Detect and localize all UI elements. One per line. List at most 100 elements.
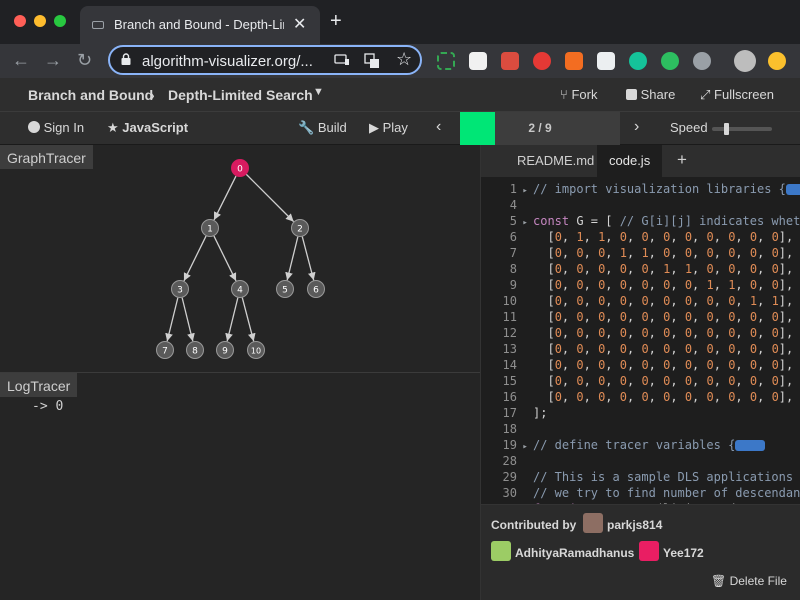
- delete-file-button[interactable]: 🗑 Delete File: [711, 574, 787, 588]
- graph-node-label-4: 4: [237, 286, 243, 296]
- code-line[interactable]: 19 ▸ // define tracer variables {: [481, 437, 800, 453]
- ex-extension-icon[interactable]: [565, 52, 583, 70]
- trash-icon: 🗑: [711, 574, 727, 588]
- code-line[interactable]: 1 ▸ // import visualization libraries {: [481, 181, 800, 197]
- build-label: Build: [317, 120, 347, 135]
- tab-readme[interactable]: README.md: [505, 145, 606, 177]
- window-minimize-button[interactable]: [34, 15, 46, 27]
- code-editor[interactable]: 1 ▸// import visualization libraries {4 5…: [481, 177, 800, 504]
- graph-node-label-2: 2: [297, 225, 303, 235]
- extension-dashed-icon[interactable]: [437, 52, 455, 70]
- avatar-parkjs814[interactable]: [583, 513, 603, 533]
- bookmark-star-icon[interactable]: ☆: [396, 49, 412, 70]
- breadcrumb-algorithm[interactable]: Depth-Limited Search: [168, 87, 313, 103]
- fullscreen-button[interactable]: ⤢ Fullscreen: [700, 87, 774, 103]
- line-number: 14: [502, 358, 517, 372]
- extension-icon[interactable]: [597, 52, 615, 70]
- code-line[interactable]: 4: [481, 197, 800, 213]
- language-button[interactable]: ★ JavaScript: [107, 120, 188, 136]
- share-button[interactable]: Share: [626, 87, 675, 102]
- code-line[interactable]: 30 // we try to find number of descendan: [481, 485, 800, 501]
- code-text: [0, 0, 0, 0, 0, 0, 0, 0, 0, 0, 0],: [533, 310, 794, 324]
- github-icon: [28, 121, 40, 133]
- breadcrumb-category[interactable]: Branch and Bound: [28, 87, 153, 103]
- progress-bar[interactable]: 2 / 9: [460, 112, 620, 145]
- tab-code-js[interactable]: code.js: [597, 145, 663, 177]
- code-text: [0, 0, 0, 0, 0, 1, 1, 0, 0, 0, 0],: [533, 262, 794, 276]
- editor-pane: README.md code.js + 1 ▸ // import visuali…: [480, 145, 800, 600]
- graph-edge-1-3: [183, 235, 207, 282]
- contributor-name-2[interactable]: AdhityaRamadhanus: [515, 546, 634, 560]
- code-line[interactable]: 28: [481, 453, 800, 469]
- profile-avatar[interactable]: [734, 50, 756, 72]
- code-line[interactable]: 6 [0, 1, 1, 0, 0, 0, 0, 0, 0, 0, 0],: [481, 229, 800, 245]
- avatar-adhityaramadhanus[interactable]: [491, 541, 511, 561]
- fold-arrow-icon[interactable]: ▸: [517, 218, 527, 228]
- log-tracer-title: LogTracer: [0, 373, 78, 397]
- avatar-yee172[interactable]: [639, 541, 659, 561]
- fork-button[interactable]: ⑂ Fork: [560, 87, 597, 102]
- back-arrow-icon[interactable]: ←: [12, 49, 30, 71]
- signin-button[interactable]: Sign In: [28, 120, 84, 135]
- browser-tab[interactable]: Branch and Bound - Depth-Lim ✕: [80, 6, 320, 44]
- add-file-icon[interactable]: +: [665, 145, 699, 177]
- browser-tab-bar: Branch and Bound - Depth-Lim ✕ +: [0, 0, 800, 44]
- graph-edge-1-4: [213, 235, 237, 282]
- play-button[interactable]: ▶ Play: [369, 120, 408, 136]
- speed-slider[interactable]: [712, 123, 772, 135]
- adblock-icon[interactable]: [533, 52, 551, 70]
- speed-slider-thumb[interactable]: [724, 123, 729, 135]
- visualization-pane: GraphTracer 0 1 2 3 4 5 6 7 8 9 10 LogTracer -> 0: [0, 145, 480, 600]
- dropdown-caret-icon[interactable]: ▼: [313, 86, 324, 98]
- play-label: Play: [382, 120, 408, 135]
- code-line[interactable]: 9 [0, 0, 0, 0, 0, 0, 0, 1, 1, 0, 0],: [481, 277, 800, 293]
- prev-step-icon[interactable]: ‹: [436, 118, 441, 136]
- code-line[interactable]: 12 [0, 0, 0, 0, 0, 0, 0, 0, 0, 0, 0],: [481, 325, 800, 341]
- fold-arrow-icon[interactable]: ▸: [517, 186, 527, 196]
- cloud-extension-icon[interactable]: [693, 52, 711, 70]
- code-line[interactable]: 15 [0, 0, 0, 0, 0, 0, 0, 0, 0, 0, 0],: [481, 373, 800, 389]
- code-line[interactable]: 16 [0, 0, 0, 0, 0, 0, 0, 0, 0, 0, 0],: [481, 389, 800, 405]
- graph-node-label-1: 1: [207, 225, 213, 235]
- code-line[interactable]: 11 [0, 0, 0, 0, 0, 0, 0, 0, 0, 0, 0],: [481, 309, 800, 325]
- reload-icon[interactable]: ↻: [77, 49, 92, 71]
- next-step-icon[interactable]: ›: [634, 118, 639, 136]
- build-button[interactable]: 🔧 Build: [298, 120, 347, 136]
- line-number: 6: [509, 230, 517, 244]
- fullscreen-label: Fullscreen: [714, 87, 774, 102]
- line-number: 18: [502, 422, 517, 436]
- code-line[interactable]: 14 [0, 0, 0, 0, 0, 0, 0, 0, 0, 0, 0],: [481, 357, 800, 373]
- address-bar[interactable]: algorithm-visualizer.org/... ☆: [108, 45, 422, 75]
- code-line[interactable]: 8 [0, 0, 0, 0, 0, 1, 1, 0, 0, 0, 0],: [481, 261, 800, 277]
- cast-icon[interactable]: [334, 54, 350, 66]
- code-text: [0, 0, 0, 0, 0, 0, 0, 0, 0, 0, 0],: [533, 326, 794, 340]
- tab-close-icon[interactable]: ✕: [293, 14, 306, 34]
- window-maximize-button[interactable]: [54, 15, 66, 27]
- code-text: [0, 0, 0, 0, 0, 0, 0, 0, 0, 0, 0],: [533, 390, 794, 404]
- grammarly-icon[interactable]: [629, 52, 647, 70]
- code-line[interactable]: 29 // This is a sample DLS applications: [481, 469, 800, 485]
- line-number: 15: [502, 374, 517, 388]
- code-line[interactable]: 18: [481, 421, 800, 437]
- control-bar: Sign In ★ JavaScript 🔧 Build ▶ Play ‹ 2 …: [0, 112, 800, 145]
- share-icon: [626, 89, 637, 100]
- evernote-icon[interactable]: [661, 52, 679, 70]
- window-close-button[interactable]: [14, 15, 26, 27]
- star-icon: ★: [107, 120, 119, 135]
- translate-icon[interactable]: [364, 53, 380, 69]
- code-line[interactable]: 17];: [481, 405, 800, 421]
- fold-arrow-icon[interactable]: ▸: [517, 442, 527, 452]
- contributor-name-1[interactable]: parkjs814: [607, 518, 662, 532]
- notion-icon[interactable]: [469, 52, 487, 70]
- todoist-icon[interactable]: [501, 52, 519, 70]
- new-tab-icon[interactable]: +: [330, 11, 342, 31]
- contributor-name-3[interactable]: Yee172: [663, 546, 704, 560]
- code-line[interactable]: 5 ▸ const G = [ // G[i][j] indicates whet: [481, 213, 800, 229]
- notification-icon[interactable]: [768, 52, 786, 70]
- code-line[interactable]: 10 [0, 0, 0, 0, 0, 0, 0, 0, 0, 1, 1],: [481, 293, 800, 309]
- code-line[interactable]: 13 [0, 0, 0, 0, 0, 0, 0, 0, 0, 0, 0],: [481, 341, 800, 357]
- contributors-panel: Contributed by parkjs814 AdhityaRamadhan…: [481, 504, 800, 600]
- forward-arrow-icon[interactable]: →: [44, 49, 62, 71]
- share-label: Share: [640, 87, 676, 102]
- code-line[interactable]: 7 [0, 0, 0, 1, 1, 0, 0, 0, 0, 0, 0],: [481, 245, 800, 261]
